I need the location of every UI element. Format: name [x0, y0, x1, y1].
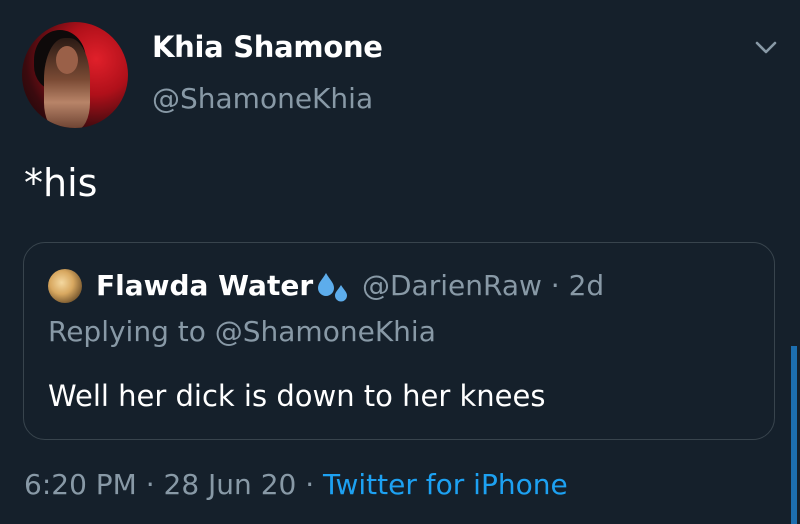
quoted-tweet[interactable]: Flawda Water @DarienRaw · 2d Replying to…: [23, 242, 775, 440]
tweet-source-link[interactable]: Twitter for iPhone: [323, 468, 568, 501]
chevron-down-icon[interactable]: [754, 40, 778, 56]
author-name[interactable]: Khia Shamone: [152, 30, 383, 64]
tweet-timestamp[interactable]: 6:20 PM · 28 Jun 20 ·: [24, 468, 323, 501]
sweat-droplets-icon: [318, 273, 347, 302]
quoted-author-name: Flawda Water: [96, 269, 314, 302]
avatar-face: [56, 46, 78, 74]
author-avatar[interactable]: [22, 22, 128, 128]
quoted-author-handle-time: @DarienRaw · 2d: [362, 269, 605, 302]
quoted-tweet-text: Well her dick is down to her knees: [48, 379, 546, 413]
tweet-meta: 6:20 PM · 28 Jun 20 · Twitter for iPhone: [24, 468, 568, 501]
replying-to: Replying to @ShamoneKhia: [48, 315, 436, 348]
quoted-author-avatar: [48, 269, 82, 303]
author-handle[interactable]: @ShamoneKhia: [152, 82, 373, 115]
scrollbar[interactable]: [791, 346, 797, 524]
tweet-text: *his: [24, 161, 98, 205]
